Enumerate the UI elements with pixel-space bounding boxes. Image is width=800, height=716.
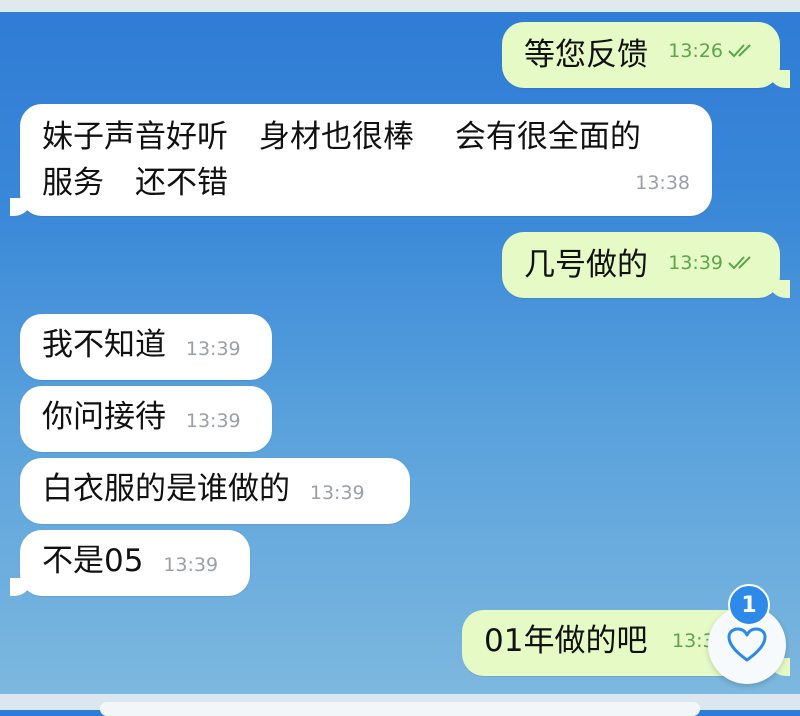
- message-time: 13:39: [185, 338, 241, 360]
- message-meta: 13:38: [635, 160, 690, 206]
- input-bar-edge: [100, 702, 700, 716]
- message-text: 01年做的吧: [484, 623, 648, 659]
- double-check-icon: [728, 44, 751, 58]
- message-text: 我不知道: [42, 327, 166, 363]
- message-text: 白衣服的是谁做的: [42, 471, 290, 507]
- message-time: 13:39: [163, 554, 219, 576]
- unread-count-badge: 1: [728, 584, 770, 626]
- double-check-icon: [728, 256, 751, 270]
- message-bubble-incoming[interactable]: 不是05 13:39: [10, 530, 250, 596]
- message-time: 13:39: [185, 410, 241, 432]
- message-bubble-incoming[interactable]: 我不知道 13:39: [20, 314, 272, 380]
- message-meta: 13:39: [186, 326, 241, 372]
- message-time: 13:26: [668, 40, 723, 62]
- message-meta: 13:39: [668, 240, 758, 286]
- message-text: 几号做的: [524, 247, 648, 283]
- message-meta: 13:39: [310, 470, 365, 516]
- message-text: 不是05: [42, 543, 144, 579]
- bottom-input-strip: [0, 694, 800, 716]
- heart-icon: [727, 627, 767, 662]
- message-meta: 13:39: [186, 398, 241, 444]
- message-text-line-2: 服务 还不错: [42, 165, 228, 201]
- message-bubble-incoming[interactable]: 妹子声音好听 身材也很棒 会有很全面的 服务 还不错 13:38: [10, 104, 712, 216]
- message-bubble-outgoing[interactable]: 等您反馈 13:26: [502, 22, 790, 88]
- top-status-strip: [0, 0, 800, 12]
- message-bubble-outgoing[interactable]: 几号做的 13:39: [502, 232, 790, 298]
- message-time: 13:39: [668, 252, 723, 274]
- message-text: 你问接待: [42, 399, 166, 435]
- message-bubble-incoming[interactable]: 白衣服的是谁做的 13:39: [20, 458, 410, 524]
- message-time: 13:38: [635, 172, 690, 194]
- message-time: 13:39: [309, 482, 365, 504]
- message-meta: 13:39: [163, 542, 218, 588]
- message-text: 等您反馈: [524, 37, 648, 73]
- message-text-line-1: 妹子声音好听 身材也很棒 会有很全面的: [42, 119, 641, 155]
- message-bubble-incoming[interactable]: 你问接待 13:39: [20, 386, 272, 452]
- message-meta: 13:26: [668, 28, 758, 74]
